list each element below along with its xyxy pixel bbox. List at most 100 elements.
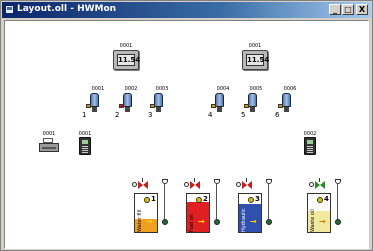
- sensor-number: 6: [275, 111, 280, 119]
- valve-wheel: [184, 182, 189, 187]
- sensor-cap: [244, 104, 249, 108]
- level-probe-icon[interactable]: [214, 179, 220, 227]
- sensor-number: 4: [208, 111, 213, 119]
- sensor-cap: [86, 104, 91, 108]
- tank-label: Hydraulic oil: [241, 208, 247, 232]
- layout-canvas: 0001 11.54 0001 11.54 0001 1 0002 2 0003…: [4, 20, 369, 249]
- sensor-cap: [278, 104, 283, 108]
- probe-float: [214, 219, 220, 225]
- valve-stem: [194, 178, 195, 182]
- tank-status-icon: [248, 197, 254, 203]
- terminal-keypad: [82, 146, 88, 153]
- valve-body: [143, 181, 148, 189]
- window-title: Layout.oll - HWMon: [17, 4, 117, 14]
- sensor-number: 1: [82, 111, 87, 119]
- valve-stem: [142, 178, 143, 182]
- sensor-body: [154, 93, 163, 107]
- level-sensor[interactable]: [149, 91, 167, 113]
- probe-rod: [216, 184, 217, 222]
- valve-body: [247, 181, 252, 189]
- level-sensor[interactable]: [243, 91, 261, 113]
- flow-arrow-icon: →: [198, 217, 205, 226]
- display-tag: 0001: [248, 43, 262, 49]
- flow-arrow-icon: →: [319, 217, 326, 226]
- sensor-cap: [119, 104, 124, 108]
- probe-rod: [337, 184, 338, 222]
- probe-float: [335, 219, 341, 225]
- valve-body: [320, 181, 325, 189]
- minimize-button[interactable]: _: [329, 4, 341, 15]
- valve-icon[interactable]: [236, 178, 256, 189]
- flow-arrow-icon: →: [146, 217, 153, 226]
- display-value: 11.54: [246, 54, 270, 66]
- level-sensor[interactable]: [277, 91, 295, 113]
- level-probe-icon[interactable]: [266, 179, 272, 227]
- sensor-foot: [217, 107, 222, 112]
- sensor-foot: [284, 107, 289, 112]
- level-sensor[interactable]: [210, 91, 228, 113]
- probe-cup: [162, 179, 168, 184]
- tank-label: Water fill: [137, 209, 143, 232]
- valve-wheel: [309, 182, 314, 187]
- valve-stem: [246, 178, 247, 182]
- sensor-foot: [156, 107, 161, 112]
- level-sensor[interactable]: [118, 91, 136, 113]
- tank[interactable]: 4 Waste oil →: [307, 193, 331, 233]
- printer-slot: [42, 147, 56, 149]
- level-sensor[interactable]: [85, 91, 103, 113]
- sensor-cap: [211, 104, 216, 108]
- sensor-body: [123, 93, 132, 107]
- probe-cup: [335, 179, 341, 184]
- valve-wheel: [236, 182, 241, 187]
- terminal-icon[interactable]: [304, 137, 316, 155]
- sensor-body: [215, 93, 224, 107]
- probe-cup: [266, 179, 272, 184]
- probe-cup: [214, 179, 220, 184]
- tank-label: Fuel oil: [189, 214, 195, 232]
- tank-number: 2: [203, 195, 208, 203]
- probe-rod: [164, 184, 165, 222]
- valve-icon[interactable]: [132, 178, 152, 189]
- valve-body: [195, 181, 200, 189]
- title-bar[interactable]: Layout.oll - HWMon _ □ X: [2, 2, 371, 18]
- terminal-screen: [82, 140, 88, 144]
- valve-stem: [319, 178, 320, 182]
- tank-status-icon: [317, 197, 323, 203]
- tank-status-icon: [144, 197, 150, 203]
- valve-icon[interactable]: [184, 178, 204, 189]
- printer-icon[interactable]: [39, 138, 59, 154]
- tank-label: Waste oil: [310, 209, 316, 232]
- terminal-icon[interactable]: [79, 137, 91, 155]
- tank[interactable]: 3 Hydraulic oil →: [238, 193, 262, 233]
- sensor-foot: [125, 107, 130, 112]
- close-button[interactable]: X: [356, 4, 368, 15]
- sensor-number: 5: [241, 111, 246, 119]
- maximize-button[interactable]: □: [342, 4, 354, 15]
- probe-float: [266, 219, 272, 225]
- app-icon[interactable]: [5, 5, 14, 14]
- sensor-number: 2: [115, 111, 120, 119]
- probe-rod: [268, 184, 269, 222]
- tank[interactable]: 1 Water fill →: [134, 193, 158, 233]
- app-window: Layout.oll - HWMon _ □ X 0001 11.54 0001…: [0, 0, 373, 251]
- level-probe-icon[interactable]: [162, 179, 168, 227]
- terminal-screen: [307, 140, 313, 144]
- valve-wheel: [132, 182, 137, 187]
- display-tag: 0001: [119, 43, 133, 49]
- tank-number: 4: [324, 195, 329, 203]
- sensor-body: [90, 93, 99, 107]
- sensor-body: [282, 93, 291, 107]
- sensor-body: [248, 93, 257, 107]
- sensor-number: 3: [148, 111, 153, 119]
- tank-number: 3: [255, 195, 260, 203]
- probe-float: [162, 219, 168, 225]
- display-panel[interactable]: 11.54: [242, 50, 270, 70]
- flow-arrow-icon: →: [250, 217, 257, 226]
- display-panel[interactable]: 11.54: [113, 50, 140, 70]
- level-probe-icon[interactable]: [335, 179, 341, 227]
- tank-status-icon: [196, 197, 202, 203]
- tank-number: 1: [151, 195, 156, 203]
- valve-icon[interactable]: [309, 178, 329, 189]
- tank[interactable]: 2 Fuel oil →: [186, 193, 210, 233]
- printer-tag: 0001: [42, 131, 56, 137]
